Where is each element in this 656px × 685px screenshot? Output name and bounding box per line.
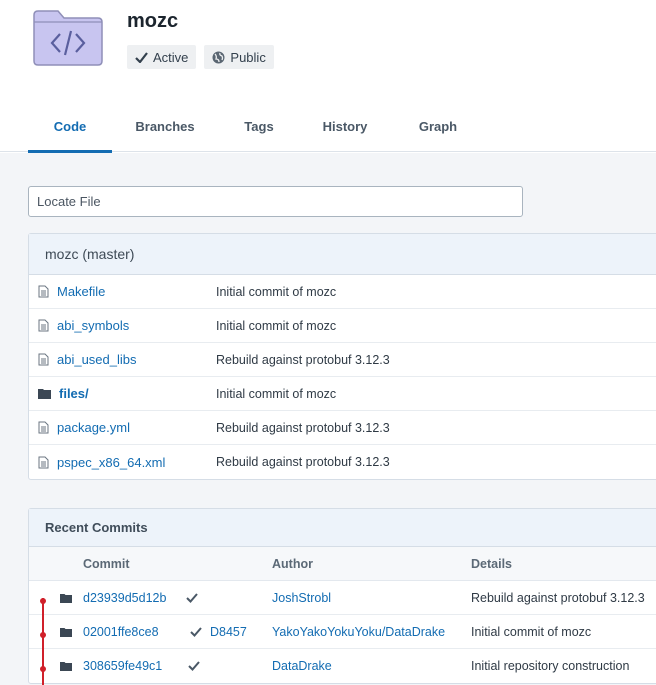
visibility-badge-label: Public <box>230 49 266 65</box>
recent-commits-panel: Recent Commits Commit Author Details d23… <box>28 508 656 684</box>
globe-icon <box>212 51 225 63</box>
file-row[interactable]: files/ Initial commit of mozc <box>29 377 656 411</box>
file-link[interactable]: abi_symbols <box>38 318 129 333</box>
visibility-badge-public: Public <box>204 45 274 69</box>
file-name[interactable]: package.yml <box>57 420 130 435</box>
file-link[interactable]: Makefile <box>38 284 105 299</box>
file-row[interactable]: package.yml Rebuild against protobuf 3.1… <box>29 411 656 445</box>
file-name[interactable]: pspec_x86_64.xml <box>57 455 165 470</box>
file-icon <box>38 285 49 298</box>
file-row[interactable]: Makefile Initial commit of mozc <box>29 275 656 309</box>
folder-icon <box>60 662 72 671</box>
repo-tabs: Code Branches Tags History Graph <box>0 100 656 153</box>
folder-icon <box>60 594 72 603</box>
commit-details: Initial commit of mozc <box>471 625 592 639</box>
file-commit-message: Rebuild against protobuf 3.12.3 <box>216 352 390 367</box>
tab-branches[interactable]: Branches <box>124 100 206 152</box>
commits-table-header: Commit Author Details <box>29 547 656 581</box>
file-row[interactable]: pspec_x86_64.xml Rebuild against protobu… <box>29 445 656 479</box>
file-link[interactable]: abi_used_libs <box>38 352 137 367</box>
folder-icon <box>38 389 51 399</box>
recent-commits-title: Recent Commits <box>29 509 656 547</box>
column-header-author: Author <box>272 557 313 571</box>
status-badge-active: Active <box>127 45 197 69</box>
checkmark-icon <box>188 661 200 671</box>
locate-file-input[interactable] <box>28 186 523 217</box>
file-icon <box>38 456 49 468</box>
commit-hash-link[interactable]: 308659fe49c1 <box>83 659 162 673</box>
file-name[interactable]: Makefile <box>57 284 105 299</box>
main-content: mozc (master) Makefile Initial commit of… <box>0 153 656 685</box>
commit-details: Initial repository construction <box>471 659 630 673</box>
folder-name[interactable]: files/ <box>59 386 89 401</box>
revision-link[interactable]: D8457 <box>210 625 247 639</box>
repo-title: mozc <box>127 10 179 32</box>
column-header-details: Details <box>471 557 512 571</box>
commit-graph-dot <box>40 632 46 638</box>
repo-badges: Active Public <box>127 45 274 69</box>
commit-details: Rebuild against protobuf 3.12.3 <box>471 591 645 605</box>
file-icon <box>38 353 49 366</box>
repo-header: mozc Active Public <box>0 0 656 100</box>
file-commit-message: Initial commit of mozc <box>216 284 337 299</box>
tab-graph[interactable]: Graph <box>403 100 473 152</box>
tab-code[interactable]: Code <box>28 100 112 153</box>
repository-folder-icon <box>33 10 103 66</box>
file-browser-title: mozc (master) <box>29 234 656 275</box>
file-icon <box>38 319 49 332</box>
file-commit-message: Rebuild against protobuf 3.12.3 <box>216 455 390 469</box>
author-link[interactable]: DataDrake <box>272 659 332 673</box>
commit-row[interactable]: 02001ffe8ce8 D8457 YakoYakoYokuYoku/Data… <box>29 615 656 649</box>
commit-graph-dot <box>40 666 46 672</box>
folder-icon <box>60 628 72 637</box>
file-browser-panel: mozc (master) Makefile Initial commit of… <box>28 233 656 480</box>
checkmark-icon <box>186 593 198 603</box>
file-link[interactable]: pspec_x86_64.xml <box>38 455 165 470</box>
tab-history[interactable]: History <box>310 100 380 152</box>
folder-link[interactable]: files/ <box>38 386 89 401</box>
file-row[interactable]: abi_symbols Initial commit of mozc <box>29 309 656 343</box>
file-name[interactable]: abi_used_libs <box>57 352 137 367</box>
author-link[interactable]: YakoYakoYokuYoku/DataDrake <box>272 625 445 639</box>
checkmark-icon <box>135 51 148 63</box>
file-name[interactable]: abi_symbols <box>57 318 129 333</box>
checkmark-icon <box>190 627 202 637</box>
file-icon <box>38 421 49 434</box>
column-header-commit: Commit <box>83 557 130 571</box>
tab-tags[interactable]: Tags <box>231 100 287 152</box>
commit-hash-link[interactable]: 02001ffe8ce8 <box>83 625 159 639</box>
file-commit-message: Rebuild against protobuf 3.12.3 <box>216 420 390 435</box>
file-link[interactable]: package.yml <box>38 420 130 435</box>
commit-graph-dot <box>40 598 46 604</box>
commit-row[interactable]: 308659fe49c1 DataDrake Initial repositor… <box>29 649 656 683</box>
author-link[interactable]: JoshStrobl <box>272 591 331 605</box>
commit-hash-link[interactable]: d23939d5d12b <box>83 591 166 605</box>
status-badge-label: Active <box>153 49 189 65</box>
file-row[interactable]: abi_used_libs Rebuild against protobuf 3… <box>29 343 656 377</box>
file-commit-message: Initial commit of mozc <box>216 318 337 333</box>
file-commit-message: Initial commit of mozc <box>216 386 337 401</box>
commit-row[interactable]: d23939d5d12b JoshStrobl Rebuild against … <box>29 581 656 615</box>
